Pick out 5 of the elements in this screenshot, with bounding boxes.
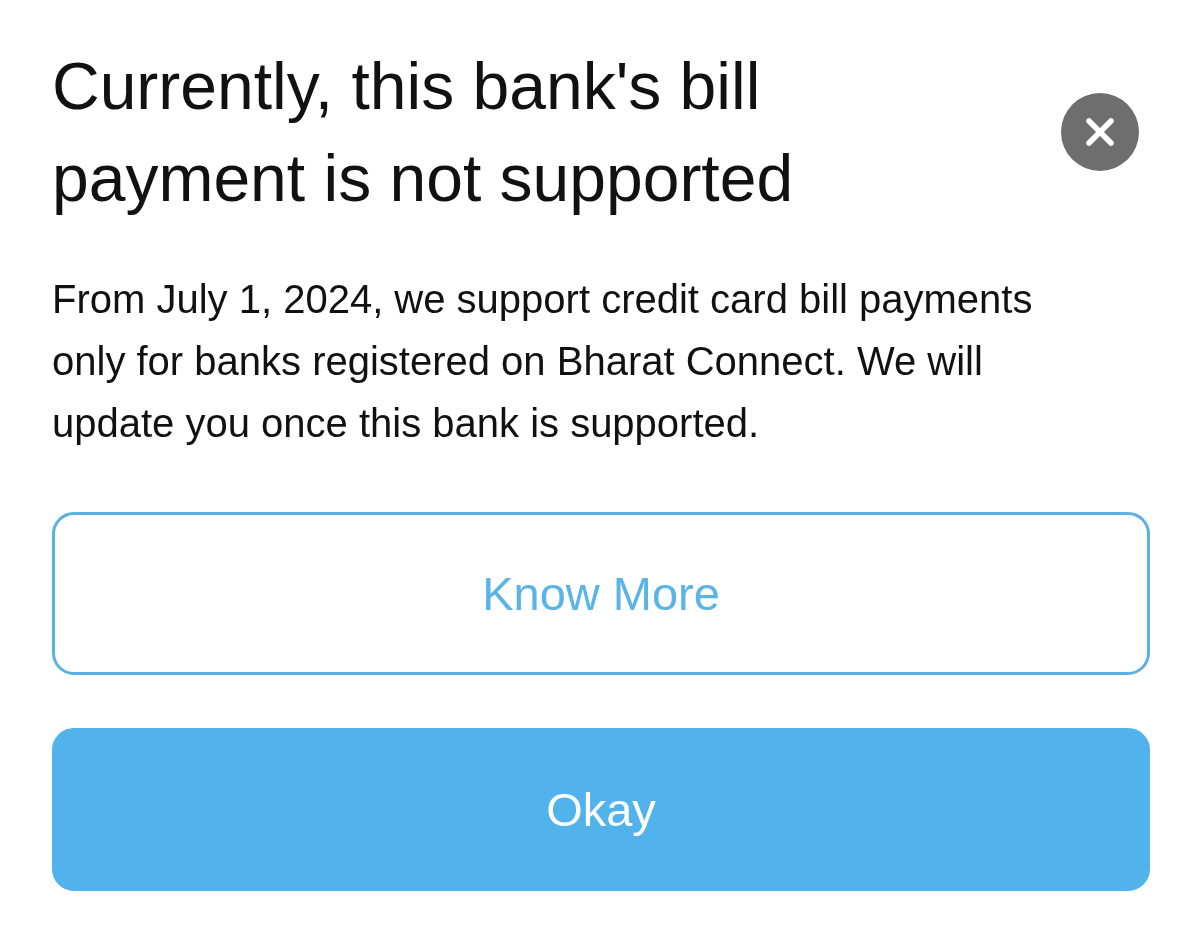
know-more-button[interactable]: Know More xyxy=(52,512,1150,675)
dialog-title: Currently, this bank's bill payment is not supported xyxy=(52,48,795,217)
close-icon xyxy=(1086,118,1114,146)
okay-button[interactable]: Okay xyxy=(52,728,1150,891)
dialog-message: From July 1, 2024, we support credit card bill payments only for banks registered on Bharat Connect. We will update you once this bank is supported. xyxy=(52,276,1034,447)
